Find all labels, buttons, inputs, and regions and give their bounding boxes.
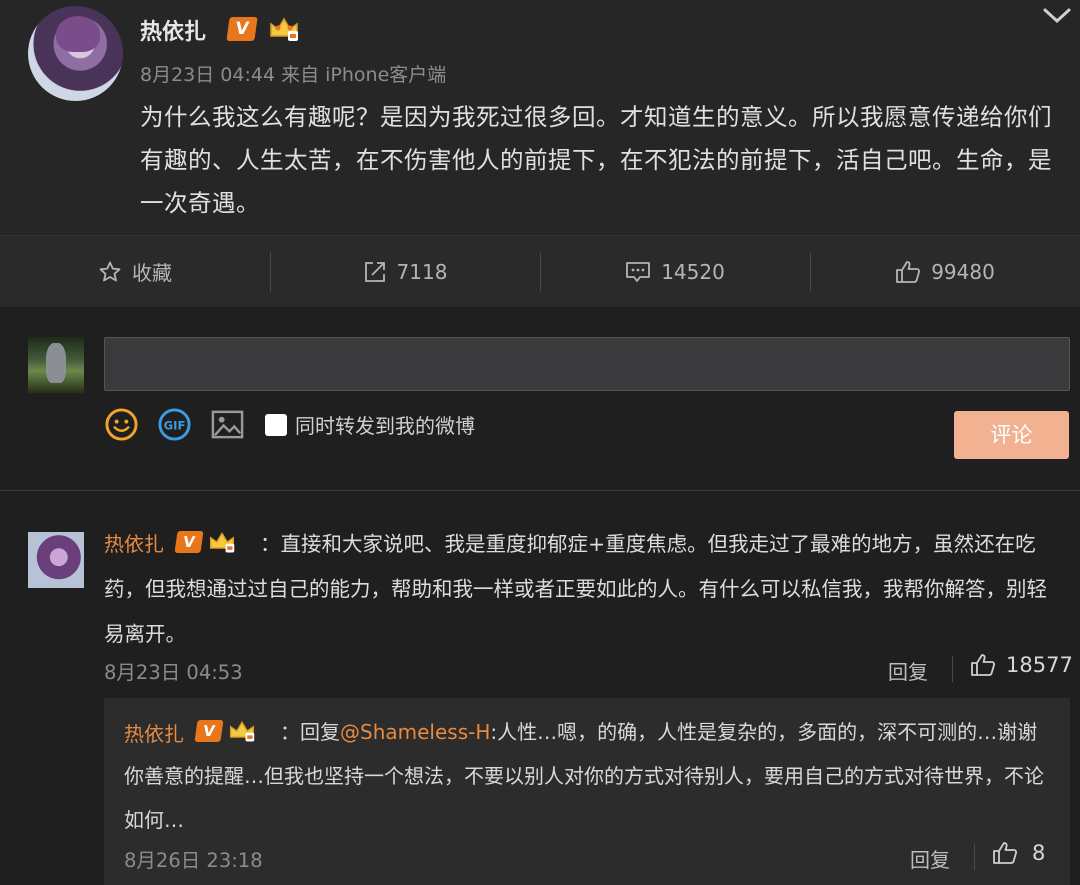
reply-text: ：回复@Shameless-H:人性…嗯，的确，人性是复杂的，多面的，深不可测的… xyxy=(124,710,1054,842)
thumbs-up-icon xyxy=(993,842,1018,864)
repost-button[interactable]: 7118 xyxy=(270,236,540,307)
divider xyxy=(974,844,975,870)
gif-icon[interactable]: GIF xyxy=(157,407,192,442)
weibo-post: 热依扎 V 8月23日 04:44 来自 iPhone客户端 为什么我这么有趣呢… xyxy=(0,0,1080,235)
reply-time: 8月26日 23:18 xyxy=(124,849,263,872)
author-name[interactable]: 热依扎 xyxy=(140,14,206,46)
comment-like-count: 18577 xyxy=(1006,653,1073,677)
vip-crown-icon xyxy=(209,531,235,553)
repost-icon xyxy=(364,261,385,282)
comment-time: 8月23日 04:53 xyxy=(104,661,243,684)
like-button[interactable]: 99480 xyxy=(810,236,1080,307)
repost-count: 7118 xyxy=(396,259,448,284)
thumbs-up-icon xyxy=(896,260,921,283)
comment-reply-button[interactable]: 回复 xyxy=(888,656,928,685)
reply-prefix: ：回复 xyxy=(280,720,340,744)
nested-reply: ：回复@Shameless-H:人性…嗯，的确，人性是复杂的，多面的，深不可测的… xyxy=(104,698,1070,885)
vip-crown-icon xyxy=(229,720,255,742)
chevron-down-icon[interactable] xyxy=(1040,4,1074,28)
image-icon[interactable] xyxy=(210,407,245,442)
verified-v-icon: V xyxy=(174,531,204,553)
favorite-label: 收藏 xyxy=(132,261,172,285)
repost-to-weibo-option[interactable]: 同时转发到我的微博 xyxy=(265,410,475,439)
commenter-avatar[interactable] xyxy=(28,532,84,588)
reply-author-name[interactable]: 热依扎 xyxy=(124,718,184,747)
thumbs-up-icon xyxy=(971,654,996,676)
repost-option-label: 同时转发到我的微博 xyxy=(295,414,475,438)
emoji-icon[interactable] xyxy=(104,407,139,442)
favorite-button[interactable]: 收藏 xyxy=(0,236,270,307)
svg-text:GIF: GIF xyxy=(164,418,186,432)
comment-count: 14520 xyxy=(661,259,725,284)
repost-checkbox[interactable] xyxy=(265,413,287,436)
comment-icon xyxy=(626,261,651,282)
reply-author-badges: V xyxy=(194,719,256,743)
post-action-bar: 收藏 7118 14520 99480 xyxy=(0,235,1080,307)
post-text: 为什么我这么有趣呢？是因为我死过很多回。才知道生的意义。所以我愿意传递给你们有趣… xyxy=(140,103,1052,217)
reply-like-button[interactable]: 8 xyxy=(992,840,1045,866)
comment-text: ：直接和大家说吧、我是重度抑郁症+重度焦虑。但我走过了最难的地方，虽然还在吃药，… xyxy=(104,532,1047,646)
comment-input[interactable] xyxy=(104,337,1070,391)
divider xyxy=(952,656,953,682)
star-icon xyxy=(99,261,121,281)
reply-body: :人性…嗯，的确，人性是复杂的，多面的，深不可测的…谢谢你善意的提醒…但我也坚持… xyxy=(124,720,1044,832)
comment-composer: GIF 同时转发到我的微博 评论 xyxy=(0,307,1080,491)
reply-like-count: 8 xyxy=(1032,841,1046,865)
verified-v-icon: V xyxy=(194,720,224,742)
current-user-avatar xyxy=(28,337,84,393)
author-avatar[interactable] xyxy=(28,6,123,101)
comment-like-button[interactable]: 18577 xyxy=(970,652,1073,678)
verified-v-icon: V xyxy=(226,17,258,41)
composer-tools: GIF 同时转发到我的微博 xyxy=(104,407,475,442)
submit-comment-button[interactable]: 评论 xyxy=(954,411,1069,459)
like-count: 99480 xyxy=(931,259,995,284)
mention-link[interactable]: @Shameless-H xyxy=(340,720,490,744)
post-meta: 8月23日 04:44 来自 iPhone客户端 xyxy=(140,64,447,86)
comment-item: ：直接和大家说吧、我是重度抑郁症+重度焦虑。但我走过了最难的地方，虽然还在吃药，… xyxy=(0,492,1080,885)
commenter-badges: V xyxy=(174,530,236,554)
author-badges: V xyxy=(226,16,300,42)
commenter-name[interactable]: 热依扎 xyxy=(104,528,164,557)
reply-reply-button[interactable]: 回复 xyxy=(910,844,950,873)
vip-crown-icon xyxy=(270,17,298,41)
